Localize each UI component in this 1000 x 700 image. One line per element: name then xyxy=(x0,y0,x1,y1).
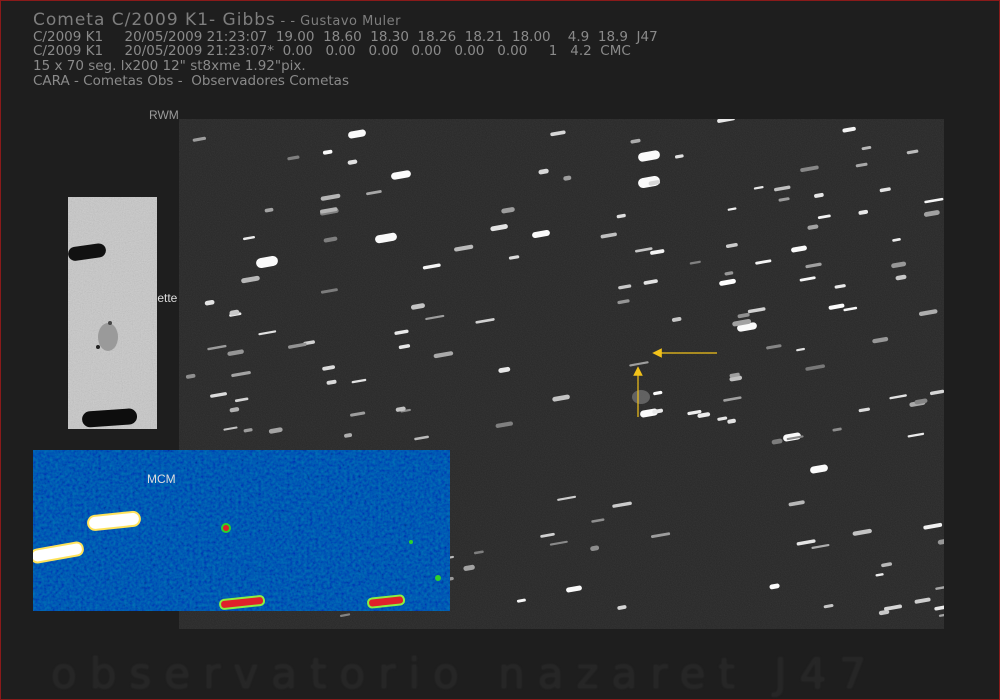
equipment-line: 15 x 70 seg. lx200 12" st8xme 1.92"pix. xyxy=(33,58,306,74)
organization-line: CARA - Cometas Obs - Observadores Cometa… xyxy=(33,73,349,89)
page-title: Cometa C/2009 K1- Gibbs - - Gustavo Mule… xyxy=(33,10,401,30)
title-text: Cometa C/2009 K1- Gibbs xyxy=(33,10,276,30)
data-line-2: C/2009 K1 20/05/2009 21:23:07* 0.00 0.00… xyxy=(33,43,631,59)
rwm-label: RWM xyxy=(149,108,179,122)
false-color-comet-image xyxy=(33,450,450,611)
comet-closeup-grayscale xyxy=(68,197,157,429)
author-text: - - Gustavo Muler xyxy=(275,14,402,29)
mcm-label: MCM xyxy=(147,472,176,486)
observatory-watermark: observatorio nazaret J47 xyxy=(51,649,880,698)
comet-coma xyxy=(632,390,650,404)
